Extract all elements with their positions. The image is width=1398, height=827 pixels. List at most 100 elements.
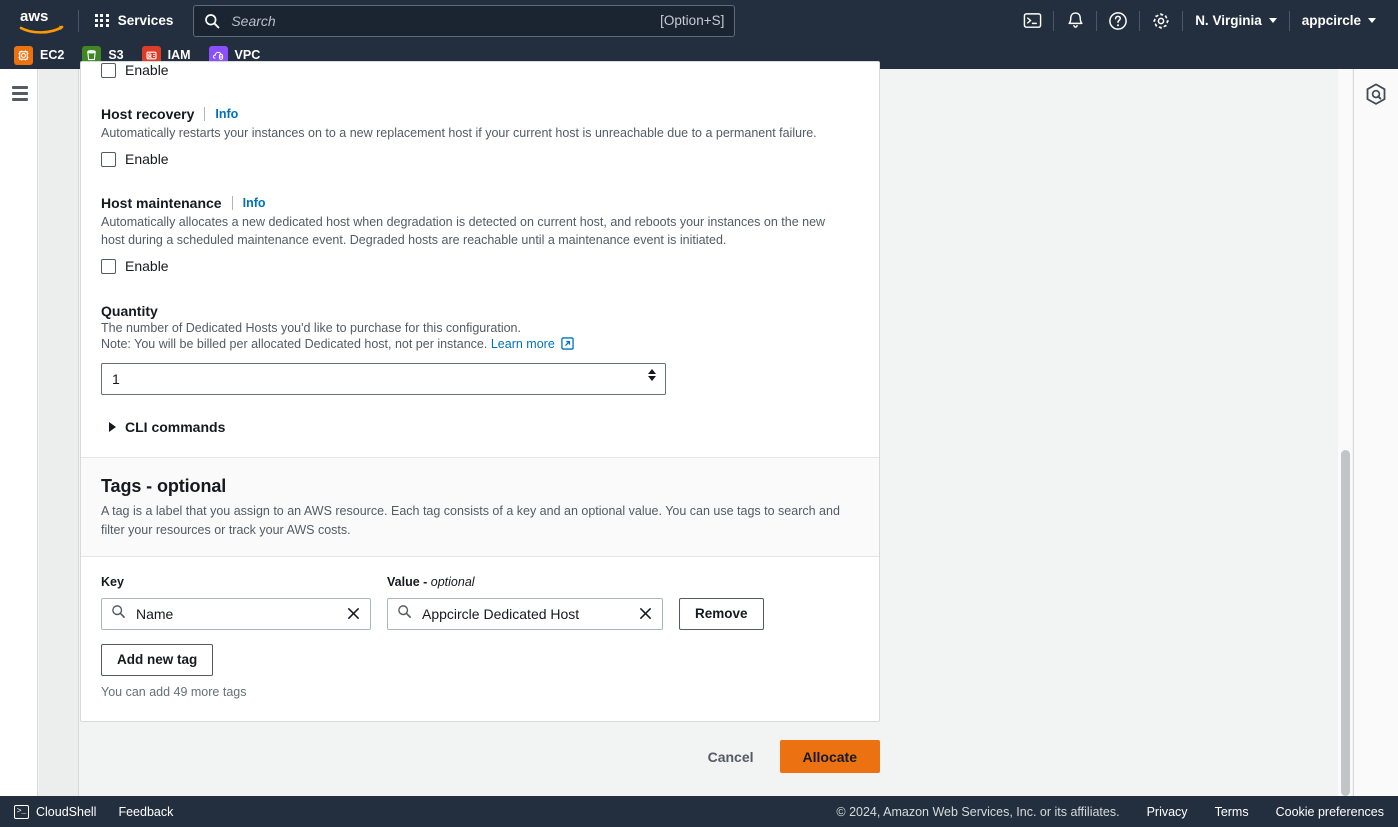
section-host-recovery: Host recovery Info Automatically restart… [101,104,859,167]
checkbox[interactable] [101,62,116,78]
section-header: Host maintenance Info [101,195,859,211]
checkbox-label: Enable [125,62,169,78]
external-link-icon [561,337,574,353]
section-description: Automatically restarts your instances on… [101,126,817,140]
section-quantity: Quantity The number of Dedicated Hosts y… [101,301,859,396]
host-recovery-enable-checkbox-row[interactable]: Enable [101,151,859,167]
footer-terms-link[interactable]: Terms [1215,805,1249,819]
console-body: Enable Host recovery Info Automatically … [0,61,1398,796]
checkbox-label: Enable [125,258,169,275]
remove-tag-button[interactable]: Remove [679,597,764,630]
divider [231,196,233,211]
footer-feedback-link[interactable]: Feedback [118,805,173,819]
search-shortcut-hint: [Option+S] [660,13,725,28]
quantity-stepper[interactable] [101,363,666,396]
tag-value-input-wrapper[interactable] [387,597,663,630]
account-menu[interactable]: appcircle [1290,0,1388,41]
learn-more-link[interactable]: Learn more [491,337,555,351]
favorite-label: EC2 [40,48,65,62]
stepper-up-icon[interactable] [648,369,656,375]
favorite-ec2[interactable]: EC2 [14,45,65,65]
top-enable-checkbox-row[interactable]: Enable [101,62,859,78]
services-menu-button[interactable]: Services [87,8,181,33]
footer-cloudshell-button[interactable]: >_ CloudShell [14,804,96,819]
tags-description: A tag is a label that you assign to an A… [101,504,840,538]
chevron-down-icon [1268,18,1277,23]
clear-icon[interactable] [346,606,361,621]
tag-key-input-wrapper[interactable] [101,597,371,630]
tags-value-header-suffix: optional [430,574,475,589]
quantity-label: Quantity [101,303,158,320]
left-rail-gutter [39,69,79,796]
favorite-label: IAM [167,48,191,62]
top-navigation-bar: aws Services [Option+S] [0,0,1398,41]
info-link[interactable]: Info [243,196,266,210]
triangle-right-icon [109,422,116,433]
tags-section-body: Key Value - optional Name Appcircle Dedi… [81,557,879,721]
favorite-label: S3 [108,48,124,62]
tags-column-headers: Key Value - optional [101,575,859,589]
amazon-q-hexagon-icon[interactable] [1365,83,1387,111]
form-actions: Cancel Allocate [80,740,880,773]
add-new-tag-button[interactable]: Add new tag [101,643,214,676]
info-link[interactable]: Info [215,107,238,121]
services-label: Services [117,13,174,28]
gear-icon[interactable] [1140,0,1182,41]
footer-feedback-label: Feedback [118,804,174,819]
allocate-button[interactable]: Allocate [779,740,880,773]
search-icon [111,604,126,624]
scrollbar-thumb[interactable] [1341,450,1350,796]
stepper-down-icon[interactable] [648,376,656,382]
checkbox[interactable] [101,151,116,167]
tags-heading: Tags - optional [101,476,227,497]
stepper-arrows[interactable] [648,369,656,382]
table-row: Remove [101,597,859,630]
right-rail [1353,69,1398,796]
nav-right-group: N. Virginia appcircle [1011,0,1398,41]
quantity-note: Note: You will be billed per allocated D… [101,337,859,353]
footer-copyright: © 2024, Amazon Web Services, Inc. or its… [836,804,1120,819]
allocate-dedicated-host-panel: Enable Host recovery Info Automatically … [80,61,880,722]
host-maintenance-enable-checkbox-row[interactable]: Enable [101,258,859,274]
checkbox[interactable] [101,258,116,274]
tags-value-header: Value - optional [387,575,663,589]
chevron-down-icon [1368,18,1376,23]
aws-console-page: aws Services [Option+S] [0,0,1398,827]
tag-key-input[interactable] [134,604,338,623]
divider [204,107,206,121]
cloudshell-icon: >_ [14,804,29,819]
cli-commands-expander[interactable]: CLI commands [109,419,859,457]
tags-remaining-note: You can add 49 more tags [101,684,247,699]
favorite-label: VPC [234,48,261,62]
section-title: Host recovery [101,106,195,122]
footer-bar: >_ CloudShell Feedback © 2024, Amazon We… [0,796,1398,827]
section-title: Host maintenance [101,195,222,212]
cloudshell-icon[interactable] [1011,0,1053,41]
clear-icon[interactable] [638,606,653,621]
quantity-note-text: Note: You will be billed per allocated D… [101,337,488,352]
left-rail [0,69,38,796]
checkbox-label: Enable [125,151,169,168]
tags-key-header: Key [101,574,124,589]
section-description: Automatically allocates a new dedicated … [101,215,826,248]
account-label: appcircle [1301,13,1361,28]
cancel-button[interactable]: Cancel [696,741,766,773]
footer-privacy-link[interactable]: Privacy [1147,805,1188,819]
tags-value-header-prefix: Value - [387,574,431,589]
question-circle-icon[interactable] [1097,0,1139,41]
aws-logo[interactable]: aws [14,7,70,35]
footer-cookie-preferences-link[interactable]: Cookie preferences [1276,805,1384,819]
search-icon [397,604,412,624]
section-header: Host recovery Info [101,106,859,122]
grid-menu-icon [95,13,109,28]
hamburger-menu-icon[interactable] [12,86,28,105]
bell-icon[interactable] [1054,0,1096,41]
tag-value-input[interactable] [420,604,630,623]
region-label: N. Virginia [1195,13,1262,28]
quantity-input[interactable] [102,371,665,388]
footer-left-group: >_ CloudShell Feedback [14,804,173,819]
global-search-box[interactable]: [Option+S] [193,4,736,37]
footer-right-group: © 2024, Amazon Web Services, Inc. or its… [836,805,1384,819]
search-input[interactable] [229,11,661,30]
region-selector[interactable]: N. Virginia [1183,0,1289,41]
